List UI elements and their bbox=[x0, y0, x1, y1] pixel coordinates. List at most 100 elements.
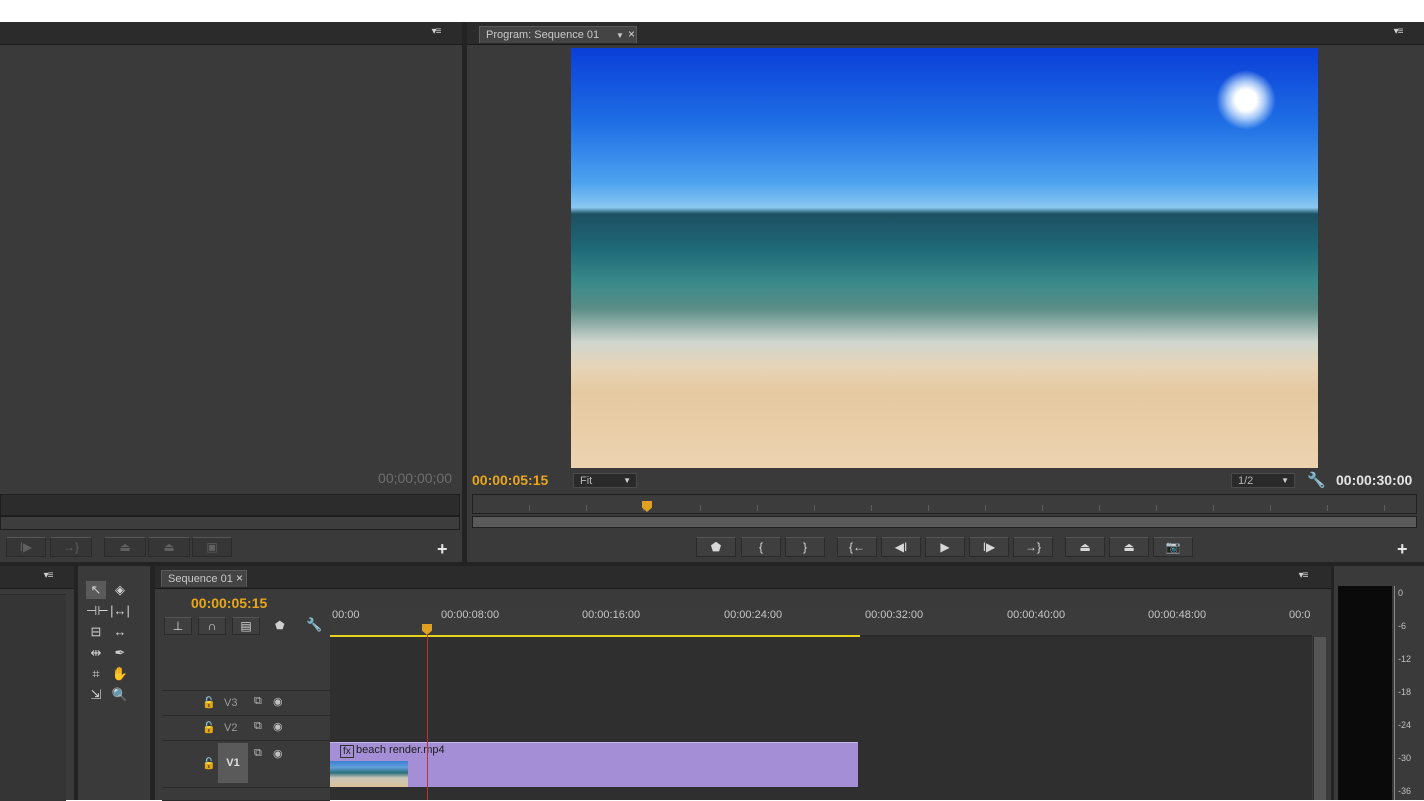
add-marker-button[interactable]: ⬟ bbox=[696, 537, 736, 557]
sync-icon[interactable]: ⧉ bbox=[254, 747, 262, 760]
source-scrub-bar[interactable] bbox=[0, 494, 460, 516]
lock-icon[interactable]: 🔓 bbox=[202, 696, 216, 709]
program-zoom-bar[interactable] bbox=[472, 516, 1417, 528]
tools-panel: ↖ ◈ ⊣⊢ |↔| ⊟ ↔ ⇹ ✒ ⌗ ✋ ⇲ 🔍 bbox=[78, 566, 150, 800]
go-to-in-button[interactable]: {← bbox=[837, 537, 877, 557]
play-button[interactable]: ▶ bbox=[925, 537, 965, 557]
track-select-tool-icon[interactable]: ◈ bbox=[110, 581, 130, 599]
insert-button[interactable]: I▶ bbox=[6, 537, 46, 557]
pen-tool-icon[interactable]: ✒ bbox=[110, 644, 130, 662]
close-icon[interactable]: × bbox=[236, 571, 243, 585]
clip-name: beach render.mp4 bbox=[356, 744, 445, 756]
export-frame-icon[interactable]: ▣ bbox=[192, 537, 232, 557]
panel-menu-icon[interactable] bbox=[1295, 570, 1311, 582]
hand-tool-icon[interactable]: ✋ bbox=[110, 665, 130, 683]
zoom-tool-icon-alt[interactable]: ⇲ bbox=[86, 686, 106, 704]
track-header-v3[interactable]: 🔓 V3 ⧉ ◉ bbox=[162, 691, 330, 716]
project-tabbar bbox=[0, 566, 74, 589]
playhead-marker[interactable] bbox=[642, 501, 652, 512]
clip-thumbnail bbox=[330, 761, 408, 787]
panel-menu-icon[interactable] bbox=[428, 26, 444, 38]
ripple-edit-tool-icon[interactable]: ⊣⊢ bbox=[86, 602, 109, 620]
sync-icon[interactable]: ⧉ bbox=[254, 695, 262, 708]
slide-tool-icon[interactable]: ⌗ bbox=[86, 665, 106, 683]
video-clip[interactable]: fx beach render.mp4 bbox=[330, 742, 858, 787]
overwrite-button[interactable]: →} bbox=[50, 537, 92, 557]
lift-icon[interactable]: ⏏ bbox=[104, 537, 146, 557]
wrench-icon[interactable]: 🔧 bbox=[306, 617, 322, 633]
chevron-down-icon: ▼ bbox=[1281, 476, 1289, 485]
nest-toggle-icon[interactable]: ⊥ bbox=[164, 617, 192, 635]
program-current-timecode[interactable]: 00:00:05:15 bbox=[472, 472, 548, 488]
eye-icon[interactable]: ◉ bbox=[273, 720, 283, 733]
tab-sequence-title: Sequence 01 bbox=[168, 573, 233, 585]
premiere-workspace: 00;00;00;00 I▶ →} ⏏ ⏏ ▣ + Program: Seque… bbox=[0, 22, 1424, 801]
close-icon[interactable]: × bbox=[628, 27, 635, 41]
track-header-a1-partial bbox=[162, 789, 330, 801]
export-frame-button[interactable]: 📷 bbox=[1153, 537, 1193, 557]
timeline-ruler[interactable]: 00:00 00:00:08:00 00:00:16:00 00:00:24:00 00… bbox=[330, 607, 1312, 637]
meter-tick-label: 0 bbox=[1398, 588, 1404, 598]
eye-icon[interactable]: ◉ bbox=[273, 747, 283, 760]
sun-glare bbox=[1216, 70, 1276, 130]
source-timecode: 00;00;00;00 bbox=[378, 470, 452, 486]
lift-button[interactable]: ⏏ bbox=[1065, 537, 1105, 557]
extract-icon[interactable]: ⏏ bbox=[148, 537, 190, 557]
fx-badge: fx bbox=[340, 745, 354, 758]
rolling-edit-tool-icon[interactable]: |↔| bbox=[110, 602, 130, 620]
ruler-label: 00:00:24:00 bbox=[724, 609, 783, 621]
track-label-v2: V2 bbox=[224, 722, 238, 734]
add-marker-icon[interactable]: ⬟ bbox=[275, 619, 285, 632]
sync-icon[interactable]: ⧉ bbox=[254, 720, 262, 733]
panel-menu-icon[interactable] bbox=[1390, 26, 1406, 38]
tab-sequence-01[interactable]: Sequence 01 bbox=[161, 570, 247, 587]
chevron-down-icon: ▼ bbox=[623, 476, 631, 485]
source-add-button[interactable]: + bbox=[437, 540, 448, 558]
extract-button[interactable]: ⏏ bbox=[1109, 537, 1149, 557]
source-zoom-bar[interactable] bbox=[0, 516, 460, 530]
zoom-select-value: Fit bbox=[580, 475, 593, 487]
mark-in-button[interactable]: { bbox=[741, 537, 781, 557]
project-list[interactable] bbox=[0, 594, 66, 801]
zoom-select[interactable]: Fit ▼ bbox=[573, 473, 637, 488]
lock-icon[interactable]: 🔓 bbox=[202, 757, 216, 770]
eye-icon[interactable]: ◉ bbox=[273, 695, 283, 708]
wrench-icon[interactable]: 🔧 bbox=[1307, 471, 1326, 489]
chevron-down-icon[interactable]: ▼ bbox=[616, 27, 624, 44]
resolution-select[interactable]: 1/2 ▼ bbox=[1231, 473, 1295, 488]
step-forward-button[interactable]: I▶ bbox=[969, 537, 1009, 557]
meter-tick-label: -36 bbox=[1398, 786, 1412, 796]
meter-scale bbox=[1394, 586, 1395, 800]
go-to-out-button[interactable]: →} bbox=[1013, 537, 1053, 557]
program-scrub-bar[interactable] bbox=[472, 494, 1417, 514]
playhead-line bbox=[427, 634, 428, 800]
linked-selection-icon[interactable]: ▤ bbox=[232, 617, 260, 635]
audio-meter-panel bbox=[1334, 566, 1424, 800]
step-back-button[interactable]: ◀I bbox=[881, 537, 921, 557]
timeline-vertical-scrollbar[interactable] bbox=[1313, 637, 1326, 800]
meter-tick-label: -12 bbox=[1398, 654, 1412, 664]
ruler-label: 00:0 bbox=[1289, 609, 1311, 621]
program-add-button[interactable]: + bbox=[1397, 540, 1408, 558]
ruler-label: 00:00:08:00 bbox=[441, 609, 500, 621]
ruler-label: 00:00:40:00 bbox=[1007, 609, 1066, 621]
tab-program-sequence[interactable]: Program: Sequence 01 ▼ bbox=[479, 26, 637, 43]
rate-stretch-tool-icon[interactable]: ⊟ bbox=[86, 623, 106, 641]
meter-display bbox=[1338, 586, 1392, 800]
timeline-current-timecode[interactable]: 00:00:05:15 bbox=[191, 595, 267, 611]
ruler-label: 00:00:48:00 bbox=[1148, 609, 1207, 621]
program-video-frame[interactable] bbox=[571, 48, 1318, 468]
snap-icon[interactable]: ∩ bbox=[198, 617, 226, 635]
panel-menu-icon[interactable] bbox=[40, 570, 56, 582]
track-header-v1[interactable]: 🔓 V1 ⧉ ◉ bbox=[162, 741, 330, 788]
program-duration-timecode: 00:00:30:00 bbox=[1336, 472, 1413, 488]
meter-tick-label: -18 bbox=[1398, 687, 1412, 697]
project-panel bbox=[0, 566, 74, 801]
zoom-tool-icon[interactable]: 🔍 bbox=[110, 686, 130, 704]
mark-out-button[interactable]: } bbox=[785, 537, 825, 557]
slip-tool-icon[interactable]: ⇹ bbox=[86, 644, 106, 662]
lock-icon[interactable]: 🔓 bbox=[202, 721, 216, 734]
track-header-v2[interactable]: 🔓 V2 ⧉ ◉ bbox=[162, 716, 330, 741]
selection-tool-icon[interactable]: ↖ bbox=[86, 581, 106, 599]
razor-tool-icon[interactable]: ↔ bbox=[110, 623, 130, 641]
